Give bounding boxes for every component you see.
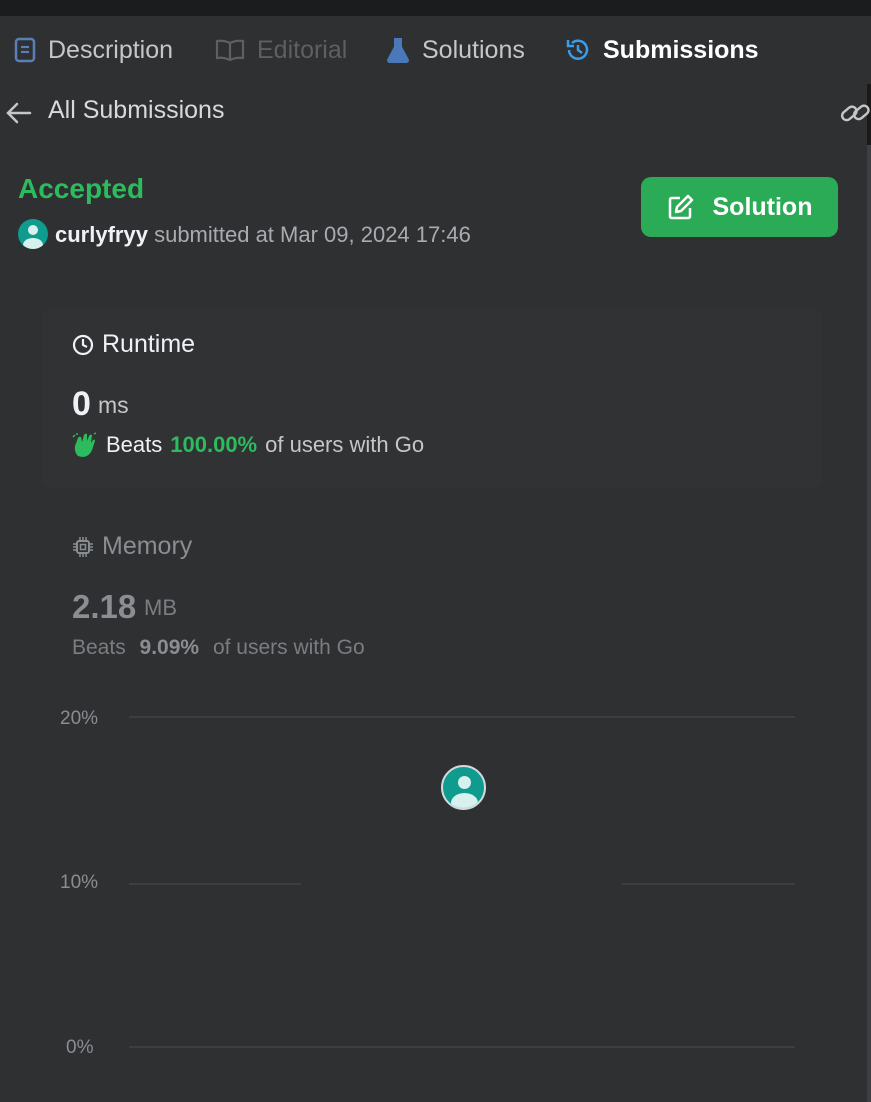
memory-beats-label: Beats <box>72 636 126 659</box>
runtime-title-label: Runtime <box>102 330 196 358</box>
memory-title[interactable]: Memory <box>72 532 192 561</box>
arrow-left-icon[interactable] <box>6 101 32 130</box>
y-tick-label: 10% <box>60 872 99 893</box>
memory-unit: MB <box>144 595 177 620</box>
submitted-at-text: submitted at Mar 09, 2024 17:46 <box>154 222 471 247</box>
runtime-beats-pct: 100.00% <box>170 432 258 457</box>
runtime-beats: Beats 100.00% of users with Go <box>72 432 424 458</box>
runtime-beats-label: Beats <box>106 432 163 457</box>
tab-submissions[interactable]: Submissions <box>565 16 759 84</box>
tab-description[interactable]: Description <box>14 16 173 84</box>
memory-beats: Beats 9.09% of users with Go <box>72 636 365 660</box>
tab-editorial[interactable]: Editorial <box>215 16 347 84</box>
runtime-unit: ms <box>98 392 129 418</box>
gridline <box>129 1046 795 1048</box>
submission-meta: curlyfryy submitted at Mar 09, 2024 17:4… <box>55 222 471 248</box>
edit-icon <box>667 193 695 221</box>
tab-description-label: Description <box>48 35 174 64</box>
y-tick-label: 20% <box>60 708 99 729</box>
memory-beats-pct: 9.09% <box>139 636 200 659</box>
y-tick-label: 0% <box>66 1037 94 1058</box>
chip-icon <box>72 536 94 558</box>
gridline <box>622 883 795 885</box>
gridline <box>129 883 301 885</box>
tab-solutions-label: Solutions <box>422 35 525 64</box>
clap-icon <box>72 432 98 458</box>
clock-icon <box>72 334 94 356</box>
link-icon[interactable] <box>839 99 871 132</box>
gridline <box>129 716 795 718</box>
runtime-value: 0 <box>72 385 91 423</box>
description-doc-icon <box>14 37 36 63</box>
memory-beats-suffix: of users with Go <box>212 636 365 659</box>
username-link[interactable]: curlyfryy <box>55 222 148 247</box>
user-position-marker[interactable] <box>441 765 486 810</box>
memory-value: 2.18 <box>72 588 137 625</box>
scrollbar-thumb[interactable] <box>867 145 871 1102</box>
tab-solutions[interactable]: Solutions <box>386 16 525 84</box>
window-top-strip <box>0 0 871 16</box>
tab-bar: Description Editorial Solutions Submissi… <box>0 16 871 84</box>
tab-editorial-label: Editorial <box>257 35 348 64</box>
flask-icon <box>386 37 410 63</box>
avatar[interactable] <box>18 219 48 249</box>
memory-title-label: Memory <box>102 532 193 560</box>
book-icon <box>215 38 245 62</box>
runtime-beats-suffix: of users with Go <box>265 432 425 457</box>
solution-button[interactable]: Solution <box>641 177 838 237</box>
tab-submissions-label: Submissions <box>603 35 759 64</box>
runtime-title: Runtime <box>72 330 195 359</box>
status-accepted: Accepted <box>18 173 145 204</box>
all-submissions-link[interactable]: All Submissions <box>48 96 224 125</box>
history-icon <box>565 37 591 63</box>
solution-button-label: Solution <box>712 192 813 221</box>
